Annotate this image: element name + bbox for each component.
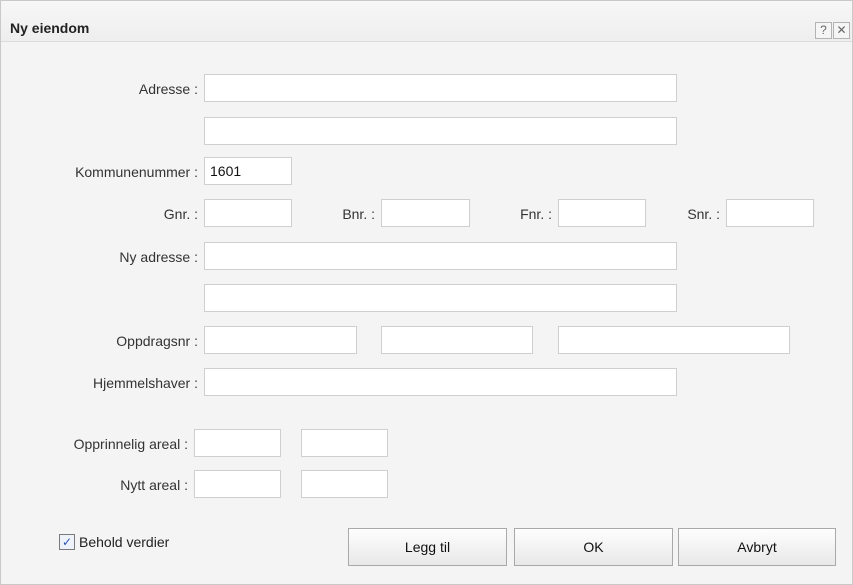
dialog-title: Ny eiendom	[10, 20, 90, 36]
oppdragsnr-input-2[interactable]	[381, 326, 533, 354]
checkmark-icon[interactable]: ✓	[59, 534, 75, 550]
legg-til-button[interactable]: Legg til	[348, 528, 507, 566]
adresse-label: Adresse :	[138, 81, 198, 97]
fnr-label: Fnr. :	[520, 206, 552, 222]
opprinnelig-areal-label: Opprinnelig areal :	[73, 436, 188, 452]
bnr-label: Bnr. :	[342, 206, 375, 222]
nytt-areal-label: Nytt areal :	[120, 477, 188, 493]
hjemmelshaver-label: Hjemmelshaver :	[92, 375, 198, 391]
ok-button[interactable]: OK	[514, 528, 673, 566]
adresse-line2-input[interactable]	[204, 117, 677, 145]
oppdragsnr-input-1[interactable]	[204, 326, 357, 354]
dialog-titlebar[interactable]: Ny eiendom ? ✕	[1, 1, 852, 42]
avbryt-button[interactable]: Avbryt	[678, 528, 836, 566]
kommunenummer-label: Kommunenummer :	[75, 164, 198, 180]
hjemmelshaver-input[interactable]	[204, 368, 677, 396]
ny-adresse-line2-input[interactable]	[204, 284, 677, 312]
gnr-input[interactable]	[204, 199, 292, 227]
snr-label: Snr. :	[687, 206, 720, 222]
adresse-line1-input[interactable]	[204, 74, 677, 102]
nytt-areal-input-2[interactable]	[301, 470, 388, 498]
opprinnelig-areal-input-1[interactable]	[194, 429, 281, 457]
close-icon[interactable]: ✕	[833, 22, 850, 39]
bnr-input[interactable]	[381, 199, 470, 227]
fnr-input[interactable]	[558, 199, 646, 227]
gnr-label: Gnr. :	[163, 206, 198, 222]
help-icon[interactable]: ?	[815, 22, 832, 39]
ny-adresse-label: Ny adresse :	[119, 249, 198, 265]
snr-input[interactable]	[726, 199, 814, 227]
ny-eiendom-dialog: Ny eiendom ? ✕ Adresse : Kommunenummer :…	[0, 0, 853, 585]
kommunenummer-input[interactable]	[204, 157, 292, 185]
ny-adresse-line1-input[interactable]	[204, 242, 677, 270]
behold-verdier-label[interactable]: Behold verdier	[79, 534, 169, 550]
oppdragsnr-input-3[interactable]	[558, 326, 790, 354]
nytt-areal-input-1[interactable]	[194, 470, 281, 498]
oppdragsnr-label: Oppdragsnr :	[116, 333, 198, 349]
opprinnelig-areal-input-2[interactable]	[301, 429, 388, 457]
